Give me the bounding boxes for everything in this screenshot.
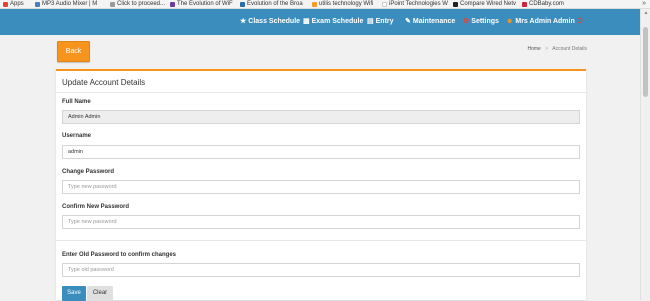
- change-password-label: Change Password: [62, 169, 115, 175]
- change-password-field[interactable]: Type new password: [62, 180, 580, 194]
- nav-class-schedule[interactable]: ★ Class Schedule: [240, 17, 300, 27]
- old-password-field[interactable]: Type old password: [62, 263, 580, 277]
- bookmark-label: Apps: [10, 1, 24, 7]
- bookmark-favicon-icon: [170, 2, 175, 7]
- bookmark-label: Compare Wired Netv: [460, 1, 517, 7]
- bookmark-label: MP3 Audio Mixer | M: [42, 1, 98, 7]
- bookmark-favicon-icon: [312, 2, 317, 7]
- nav-label: Exam Schedule: [311, 18, 364, 25]
- nav-exam-schedule[interactable]: ▦ Exam Schedule: [303, 17, 363, 27]
- scroll-up-icon[interactable]: ▲: [643, 10, 649, 16]
- nav-label: Class Schedule: [248, 18, 301, 25]
- nav-maintenance[interactable]: ✎ Maintenance: [405, 17, 455, 27]
- username-value: admin: [68, 149, 83, 155]
- bookmark-favicon-icon: [453, 2, 458, 7]
- bookmark-favicon-icon: [240, 2, 245, 7]
- bookmark-item[interactable]: Evolution of the Broa: [240, 1, 303, 8]
- bookmark-item[interactable]: Compare Wired Netv: [453, 1, 516, 8]
- divider: [56, 92, 586, 93]
- wrench-icon: ✎: [405, 18, 411, 25]
- clear-button[interactable]: Clear: [87, 286, 113, 301]
- back-button[interactable]: Back: [57, 41, 90, 62]
- calendar-icon: ▦: [303, 18, 310, 25]
- breadcrumb-separator: >: [545, 46, 549, 52]
- bookmark-label: CDBaby.com: [529, 1, 564, 7]
- bookmark-apps[interactable]: Apps: [3, 1, 24, 8]
- nav-label: Settings: [471, 18, 499, 25]
- bookmark-favicon-icon: [522, 2, 527, 7]
- divider: [56, 240, 586, 241]
- bookmark-item[interactable]: Click to proceed...: [110, 1, 165, 8]
- bookmark-label: Click to proceed...: [117, 1, 166, 7]
- username-field[interactable]: admin: [62, 145, 580, 159]
- confirm-password-label: Confirm New Password: [62, 204, 130, 210]
- panel-title: Update Account Details: [62, 78, 146, 87]
- star-icon: ★: [240, 18, 247, 25]
- page-scrollbar[interactable]: ▲: [640, 9, 650, 300]
- bookmark-item[interactable]: CDBaby.com: [522, 1, 564, 8]
- bookmark-favicon-icon: [110, 2, 115, 7]
- breadcrumb: Home > Account Details: [527, 46, 587, 52]
- nav-label: Maintenance: [412, 18, 456, 25]
- breadcrumb-current: Account Details: [552, 46, 587, 52]
- bookmark-label: The Evolution of WiF: [177, 1, 233, 7]
- bookmarks-overflow-icon[interactable]: »: [642, 0, 646, 8]
- old-password-placeholder: Type old password: [68, 267, 114, 273]
- nav-entry[interactable]: ▤ Entry: [367, 17, 394, 27]
- power-icon: ⏻: [577, 18, 583, 25]
- user-icon: ☻: [506, 18, 514, 25]
- full-name-label: Full Name: [62, 99, 91, 105]
- nav-logout[interactable]: ⏻: [577, 17, 585, 27]
- change-password-placeholder: Type new password: [68, 184, 117, 190]
- bookmark-item[interactable]: utilis technology Wifi: [312, 1, 373, 8]
- bookmark-label: iPoint Technologies W: [389, 1, 448, 7]
- list-icon: ▤: [367, 18, 374, 25]
- account-details-panel: Update Account Details Full Name Admin A…: [56, 69, 586, 301]
- bookmarks-bar: Apps MP3 Audio Mixer | M Click to procee…: [0, 0, 650, 9]
- bookmark-item[interactable]: iPoint Technologies W: [382, 1, 448, 8]
- nav-label: Mrs Admin Admin: [515, 18, 575, 25]
- bookmark-favicon-icon: [35, 2, 40, 7]
- save-button[interactable]: Save: [62, 286, 86, 301]
- nav-settings[interactable]: ⚙ Settings: [463, 17, 499, 27]
- old-password-label: Enter Old Password to confirm changes: [62, 252, 177, 258]
- bookmark-label: Evolution of the Broa: [247, 1, 303, 7]
- confirm-password-field[interactable]: Type new password: [62, 215, 580, 229]
- breadcrumb-home[interactable]: Home: [527, 46, 540, 52]
- top-navbar: ★ Class Schedule ▦ Exam Schedule ▤ Entry…: [0, 9, 640, 35]
- gear-icon: ⚙: [463, 18, 470, 25]
- bookmark-favicon-icon: [382, 2, 387, 7]
- nav-user-menu[interactable]: ☻ Mrs Admin Admin: [506, 17, 575, 27]
- bookmark-item[interactable]: MP3 Audio Mixer | M: [35, 1, 97, 8]
- full-name-value: Admin Admin: [68, 114, 101, 120]
- nav-label: Entry: [375, 18, 394, 25]
- apps-icon: [3, 2, 8, 7]
- full-name-field: Admin Admin: [62, 110, 580, 124]
- username-label: Username: [62, 133, 92, 139]
- scrollbar-thumb[interactable]: [643, 27, 648, 97]
- confirm-password-placeholder: Type new password: [68, 219, 117, 225]
- bookmark-label: utilis technology Wifi: [319, 1, 374, 7]
- bookmark-item[interactable]: The Evolution of WiF: [170, 1, 233, 8]
